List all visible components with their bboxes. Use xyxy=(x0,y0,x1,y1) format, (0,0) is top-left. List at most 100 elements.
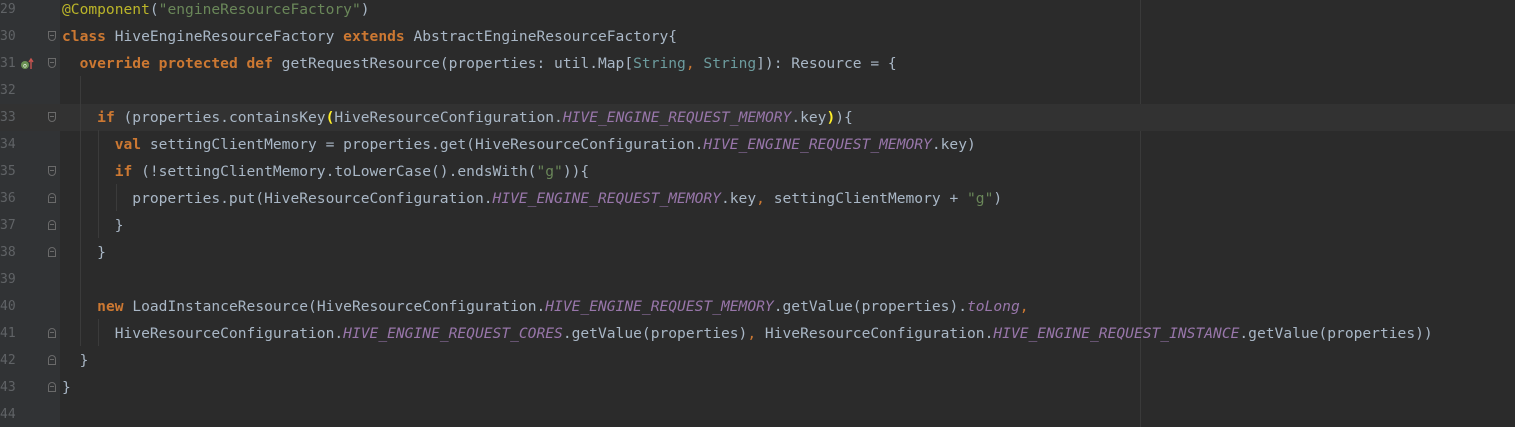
code-token: , xyxy=(756,190,774,207)
code-token: .getValue(properties). xyxy=(773,298,968,315)
code-text[interactable]: if (properties.containsKey(HiveResourceC… xyxy=(62,104,853,131)
code-text[interactable]: HiveResourceConfiguration.HIVE_ENGINE_RE… xyxy=(62,320,1433,347)
code-token: properties.put(HiveResourceConfiguration… xyxy=(62,190,493,207)
code-text[interactable]: class HiveEngineResourceFactory extends … xyxy=(62,23,677,50)
indent-guide xyxy=(116,184,117,211)
code-token: override protected def xyxy=(79,55,282,72)
line-number[interactable]: 29 xyxy=(0,0,16,23)
code-token: ( xyxy=(149,1,159,18)
code-token: new xyxy=(97,298,133,315)
code-line[interactable]: 36 properties.put(HiveResourceConfigurat… xyxy=(0,185,1515,212)
code-token: ){ xyxy=(835,109,853,126)
code-token: class xyxy=(62,28,115,45)
line-number[interactable]: 30 xyxy=(0,23,16,50)
code-text[interactable]: val settingClientMemory = properties.get… xyxy=(62,131,976,158)
code-token: "g" xyxy=(967,190,994,207)
fold-close-icon[interactable] xyxy=(48,247,56,257)
code-line[interactable]: 43} xyxy=(0,374,1515,401)
code-token: , xyxy=(747,325,765,342)
line-number[interactable]: 34 xyxy=(0,131,16,158)
code-token: ]): Resource = { xyxy=(756,55,897,72)
code-token: (!settingClientMemory.toLowerCase().ends… xyxy=(141,163,537,180)
code-line[interactable]: 40 new LoadInstanceResource(HiveResource… xyxy=(0,293,1515,320)
code-line[interactable]: 39 xyxy=(0,266,1515,293)
line-number[interactable]: 40 xyxy=(0,293,16,320)
code-text[interactable]: if (!settingClientMemory.toLowerCase().e… xyxy=(62,158,589,185)
code-line[interactable]: 33 if (properties.containsKey(HiveResour… xyxy=(0,104,1515,131)
line-number[interactable]: 42 xyxy=(0,347,16,374)
code-line[interactable]: 29 @Component("engineResourceFactory") xyxy=(0,0,1515,23)
code-line[interactable]: 37 } xyxy=(0,212,1515,239)
line-number[interactable]: 41 xyxy=(0,320,16,347)
code-token: HIVE_ENGINE_REQUEST_MEMORY xyxy=(562,109,792,126)
code-token: )){ xyxy=(562,163,590,180)
code-line[interactable]: 32 xyxy=(0,77,1515,104)
code-token: HiveEngineResourceFactory xyxy=(114,28,344,45)
code-line[interactable]: 35 if (!settingClientMemory.toLowerCase(… xyxy=(0,158,1515,185)
code-line[interactable]: 30 class HiveEngineResourceFactory extend… xyxy=(0,23,1515,50)
code-token: .key xyxy=(720,190,757,207)
code-token: .key xyxy=(791,109,827,126)
code-text[interactable]: } xyxy=(62,347,89,374)
line-number[interactable]: 33 xyxy=(0,104,16,131)
fold-open-icon[interactable] xyxy=(48,112,56,122)
line-number[interactable]: 32 xyxy=(0,77,16,104)
code-token: AbstractEngineResourceFactory{ xyxy=(413,28,678,45)
fold-close-icon[interactable] xyxy=(48,355,56,365)
fold-close-icon[interactable] xyxy=(48,382,56,392)
code-token: } xyxy=(62,352,89,369)
code-token: "g" xyxy=(536,163,563,180)
code-token: ) xyxy=(360,1,370,18)
code-token: , xyxy=(1019,298,1029,315)
code-token: .getValue(properties) xyxy=(562,325,748,342)
code-token: .key) xyxy=(931,136,976,153)
code-token: HIVE_ENGINE_REQUEST_MEMORY xyxy=(545,298,774,315)
code-text[interactable]: properties.put(HiveResourceConfiguration… xyxy=(62,185,1002,212)
code-token: (properties.containsKey xyxy=(123,109,326,126)
code-editor[interactable]: 29 @Component("engineResourceFactory") 30 c… xyxy=(0,0,1515,427)
line-number[interactable]: 35 xyxy=(0,158,16,185)
code-token: HIVE_ENGINE_REQUEST_CORES xyxy=(343,325,563,342)
code-token: "engineResourceFactory" xyxy=(158,1,361,18)
fold-close-icon[interactable] xyxy=(48,193,56,203)
code-token: } xyxy=(62,217,124,234)
code-token: String xyxy=(703,55,757,72)
fold-close-icon[interactable] xyxy=(48,328,56,338)
code-text[interactable]: @Component("engineResourceFactory") xyxy=(62,0,370,23)
line-number[interactable]: 44 xyxy=(0,401,16,427)
override-method-icon[interactable]: o xyxy=(20,57,36,71)
fold-close-icon[interactable] xyxy=(48,220,56,230)
code-text[interactable]: } xyxy=(62,374,71,401)
code-text[interactable]: } xyxy=(62,212,124,239)
code-text[interactable]: new LoadInstanceResource(HiveResourceCon… xyxy=(62,293,1029,320)
code-token: .getValue(properties)) xyxy=(1239,325,1433,342)
fold-open-icon[interactable] xyxy=(48,31,56,41)
line-number[interactable]: 39 xyxy=(0,266,16,293)
code-line[interactable]: 31 o override protected def getRequestRes… xyxy=(0,50,1515,77)
fold-open-icon[interactable] xyxy=(48,58,56,68)
code-line[interactable]: 38 } xyxy=(0,239,1515,266)
code-line[interactable]: 34 val settingClientMemory = properties.… xyxy=(0,131,1515,158)
code-token: } xyxy=(62,244,106,261)
code-text[interactable]: } xyxy=(62,239,106,266)
indent-guide xyxy=(98,130,99,238)
code-token: , xyxy=(685,55,704,72)
code-token: String xyxy=(633,55,686,72)
indent-guide xyxy=(80,76,81,346)
code-line[interactable]: 44 xyxy=(0,401,1515,427)
code-line[interactable]: 42 } xyxy=(0,347,1515,374)
code-token: if xyxy=(97,109,124,126)
line-number[interactable]: 43 xyxy=(0,374,16,401)
line-number[interactable]: 31 xyxy=(0,50,16,77)
code-token: toLong xyxy=(967,298,1020,315)
code-text[interactable]: override protected def getRequestResourc… xyxy=(62,50,897,77)
line-number[interactable]: 37 xyxy=(0,212,16,239)
code-token: extends xyxy=(343,28,414,45)
fold-open-icon[interactable] xyxy=(48,166,56,176)
line-number[interactable]: 36 xyxy=(0,185,16,212)
line-number[interactable]: 38 xyxy=(0,239,16,266)
code-line[interactable]: 41 HiveResourceConfiguration.HIVE_ENGINE… xyxy=(0,320,1515,347)
